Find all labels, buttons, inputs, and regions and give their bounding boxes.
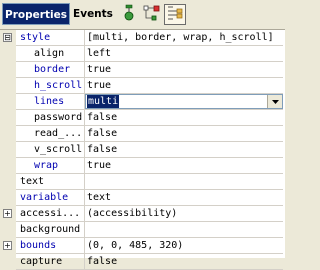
- column-divider: [84, 174, 85, 190]
- property-name: background: [20, 224, 81, 235]
- lines-dropdown[interactable]: multi: [85, 94, 283, 109]
- property-row-wrap[interactable]: wrap true: [0, 158, 283, 174]
- row-gutter: [0, 190, 16, 206]
- row-gutter: [0, 46, 16, 62]
- property-name: read_...: [34, 128, 83, 139]
- property-name: style: [20, 32, 51, 43]
- property-row-read-only[interactable]: read_... false: [0, 126, 283, 142]
- filter-icon: [121, 4, 137, 25]
- property-value[interactable]: left: [87, 46, 111, 61]
- property-value[interactable]: false: [87, 254, 117, 269]
- row-gutter: [0, 62, 16, 78]
- dropdown-selected-value: multi: [87, 95, 120, 108]
- property-name: v_scroll: [34, 144, 83, 155]
- property-row-border[interactable]: border true: [0, 62, 283, 78]
- property-name: text: [20, 176, 45, 187]
- row-gutter: +: [0, 238, 16, 254]
- expand-icon[interactable]: +: [3, 209, 12, 218]
- property-row-variable[interactable]: variable text: [0, 190, 283, 206]
- filter-button[interactable]: [118, 4, 140, 25]
- row-gutter: [0, 254, 16, 270]
- hierarchy-button[interactable]: [164, 4, 186, 25]
- property-value[interactable]: true: [87, 158, 111, 173]
- row-gutter: [0, 158, 16, 174]
- row-gutter: [0, 94, 16, 110]
- toolbar: Properties Events: [0, 0, 285, 30]
- property-row-lines[interactable]: lines multi: [0, 94, 283, 110]
- chevron-down-icon[interactable]: [267, 95, 282, 108]
- property-value[interactable]: true: [87, 62, 111, 77]
- row-gutter: [0, 174, 16, 190]
- tab-events[interactable]: Events: [72, 3, 114, 25]
- column-divider: [84, 206, 85, 222]
- expand-icon[interactable]: +: [3, 241, 12, 250]
- property-value[interactable]: false: [87, 142, 117, 157]
- row-gutter: [0, 126, 16, 142]
- row-gutter: [0, 142, 16, 158]
- property-value[interactable]: false: [87, 110, 117, 125]
- column-divider: [84, 110, 85, 126]
- property-name: variable: [20, 192, 69, 203]
- row-gutter: [0, 110, 16, 126]
- property-row-align[interactable]: align left: [0, 46, 283, 62]
- property-value[interactable]: false: [87, 126, 117, 141]
- property-row-accessibility[interactable]: + accessi... (accessibility): [0, 206, 283, 222]
- column-divider: [84, 62, 85, 78]
- property-value[interactable]: true: [87, 78, 111, 93]
- row-gutter: +: [0, 206, 16, 222]
- subclass-icon: [142, 4, 162, 25]
- property-row-capture[interactable]: capture false: [0, 254, 283, 270]
- property-name: accessi...: [20, 208, 81, 219]
- property-value[interactable]: (accessibility): [87, 206, 177, 221]
- column-divider: [84, 30, 85, 46]
- property-name: h_scroll: [34, 80, 83, 91]
- property-row-password[interactable]: password false: [0, 110, 283, 126]
- tab-properties[interactable]: Properties: [2, 3, 70, 25]
- property-value[interactable]: [multi, border, wrap, h_scroll]: [87, 30, 274, 45]
- column-divider: [84, 158, 85, 174]
- column-divider: [84, 142, 85, 158]
- property-row-h-scroll[interactable]: h_scroll true: [0, 78, 283, 94]
- property-row-background[interactable]: background: [0, 222, 283, 238]
- property-row-v-scroll[interactable]: v_scroll false: [0, 142, 283, 158]
- property-value[interactable]: (0, 0, 485, 320): [87, 238, 183, 253]
- column-divider: [84, 190, 85, 206]
- property-grid: ⊟ style [multi, border, wrap, h_scroll] …: [0, 30, 285, 270]
- row-gutter: ⊟: [0, 30, 16, 46]
- collapse-icon[interactable]: ⊟: [3, 33, 12, 42]
- property-name: align: [34, 48, 65, 59]
- property-name: lines: [34, 96, 65, 107]
- column-divider: [84, 238, 85, 254]
- column-divider: [84, 254, 85, 270]
- property-row-bounds[interactable]: + bounds (0, 0, 485, 320): [0, 238, 283, 254]
- property-row-text[interactable]: text: [0, 174, 283, 190]
- property-name: border: [34, 64, 71, 75]
- property-name: bounds: [20, 240, 57, 251]
- column-divider: [84, 126, 85, 142]
- column-divider: [84, 222, 85, 238]
- column-divider: [84, 78, 85, 94]
- property-name: capture: [20, 256, 63, 267]
- column-divider: [84, 46, 85, 62]
- subclass-button[interactable]: [141, 4, 163, 25]
- row-gutter: [0, 222, 16, 238]
- property-name: wrap: [34, 160, 59, 171]
- hierarchy-icon: [166, 4, 184, 25]
- property-row-style[interactable]: ⊟ style [multi, border, wrap, h_scroll]: [0, 30, 283, 46]
- property-name: password: [34, 112, 83, 123]
- row-gutter: [0, 78, 16, 94]
- property-value[interactable]: text: [87, 190, 111, 205]
